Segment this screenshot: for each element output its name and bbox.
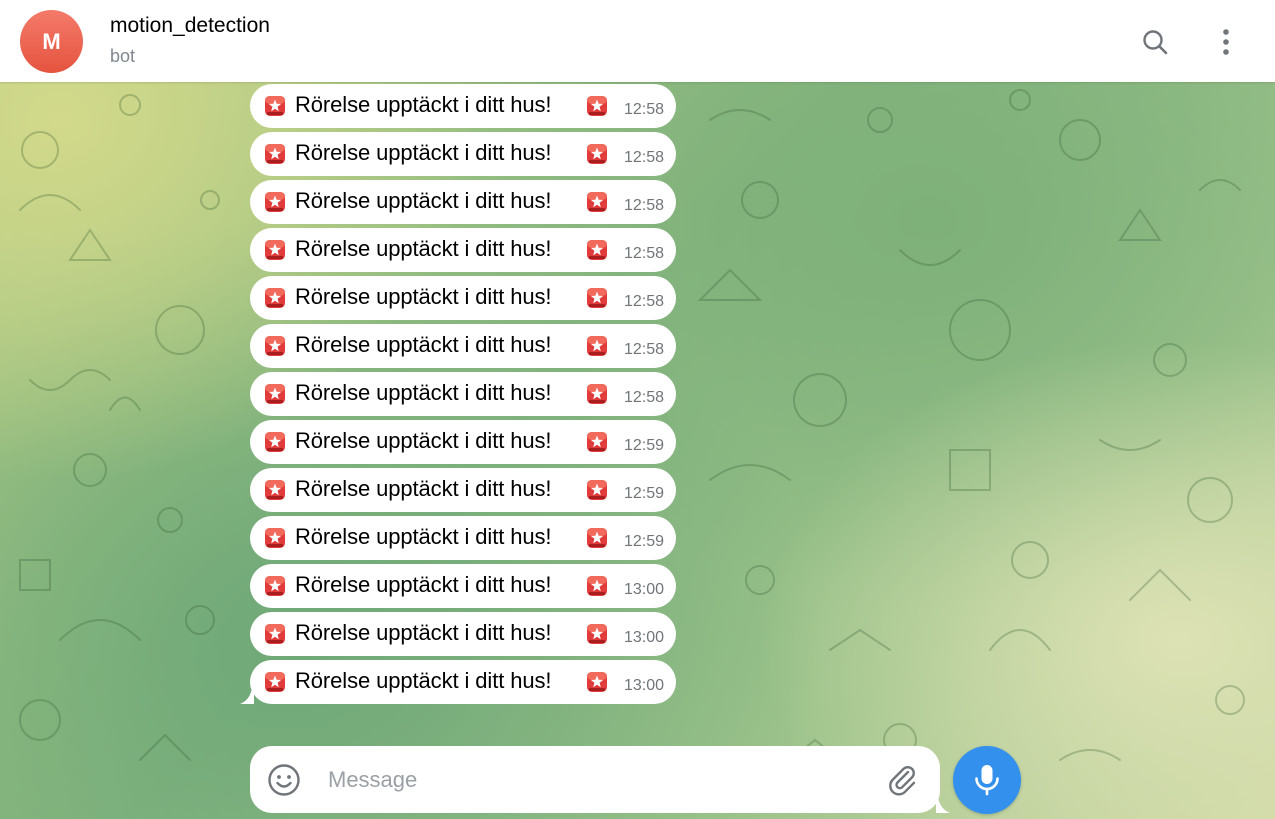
- message-text: Rörelse upptäckt i ditt hus!: [295, 620, 552, 645]
- rotating-light-emoji-icon: [586, 431, 608, 453]
- rotating-light-emoji-icon: [264, 575, 286, 597]
- message-bubble[interactable]: Rörelse upptäckt i ditt hus! 12:59: [250, 516, 676, 560]
- chat-subtitle: bot: [110, 46, 136, 66]
- message-text: Rörelse upptäckt i ditt hus!: [295, 332, 552, 357]
- attach-button[interactable]: [886, 762, 922, 798]
- more-vertical-icon: [1223, 29, 1229, 55]
- more-options-button[interactable]: [1206, 22, 1246, 62]
- emoji-button[interactable]: [266, 762, 302, 798]
- rotating-light-emoji-icon: [586, 95, 608, 117]
- message-time: 12:59: [623, 485, 664, 502]
- rotating-light-emoji-icon: [264, 95, 286, 117]
- message-time: 12:59: [623, 437, 664, 454]
- rotating-light-emoji-icon: [586, 239, 608, 261]
- message-composer: [250, 746, 950, 813]
- rotating-light-emoji-icon: [586, 383, 608, 405]
- search-icon: [1143, 30, 1168, 55]
- rotating-light-emoji-icon: [264, 527, 286, 549]
- chat-title[interactable]: motion_detection: [110, 14, 270, 38]
- message-text: Rörelse upptäckt i ditt hus!: [295, 476, 552, 501]
- composer-tail: [936, 797, 950, 813]
- message-bubble[interactable]: Rörelse upptäckt i ditt hus! 13:00: [250, 612, 676, 656]
- search-button[interactable]: [1135, 22, 1175, 62]
- rotating-light-emoji-icon: [264, 431, 286, 453]
- message-bubble[interactable]: Rörelse upptäckt i ditt hus! 12:58: [250, 228, 676, 272]
- message-bubble[interactable]: Rörelse upptäckt i ditt hus! 12:58: [250, 132, 676, 176]
- rotating-light-emoji-icon: [586, 479, 608, 501]
- message-time: 13:00: [623, 581, 664, 598]
- message-text: Rörelse upptäckt i ditt hus!: [295, 380, 552, 405]
- rotating-light-emoji-icon: [264, 143, 286, 165]
- message-text: Rörelse upptäckt i ditt hus!: [295, 668, 552, 693]
- rotating-light-emoji-icon: [264, 383, 286, 405]
- rotating-light-emoji-icon: [586, 527, 608, 549]
- rotating-light-emoji-icon: [586, 671, 608, 693]
- rotating-light-emoji-icon: [264, 191, 286, 213]
- rotating-light-emoji-icon: [264, 479, 286, 501]
- message-bubble[interactable]: Rörelse upptäckt i ditt hus! 12:58: [250, 84, 676, 128]
- message-bubble[interactable]: Rörelse upptäckt i ditt hus! 12:58: [250, 180, 676, 224]
- message-list[interactable]: Rörelse upptäckt i ditt hus!12:57Rörelse…: [240, 68, 680, 740]
- rotating-light-emoji-icon: [264, 287, 286, 309]
- rotating-light-emoji-icon: [264, 623, 286, 645]
- message-text: Rörelse upptäckt i ditt hus!: [295, 92, 552, 117]
- rotating-light-emoji-icon: [264, 335, 286, 357]
- message-time: 12:58: [623, 293, 664, 310]
- rotating-light-emoji-icon: [586, 623, 608, 645]
- rotating-light-emoji-icon: [264, 239, 286, 261]
- message-input[interactable]: [326, 762, 870, 798]
- rotating-light-emoji-icon: [264, 671, 286, 693]
- rotating-light-emoji-icon: [586, 191, 608, 213]
- paperclip-icon: [889, 766, 916, 796]
- rotating-light-emoji-icon: [586, 335, 608, 357]
- rotating-light-emoji-icon: [586, 287, 608, 309]
- rotating-light-emoji-icon: [586, 575, 608, 597]
- message-time: 12:58: [623, 341, 664, 358]
- chat-header: M motion_detection bot: [0, 0, 1275, 82]
- message-time: 13:00: [623, 677, 664, 694]
- message-text: Rörelse upptäckt i ditt hus!: [295, 188, 552, 213]
- message-time: 13:00: [623, 629, 664, 646]
- message-time: 12:58: [623, 149, 664, 166]
- message-text: Rörelse upptäckt i ditt hus!: [295, 428, 552, 453]
- message-time: 12:58: [623, 101, 664, 118]
- rotating-light-emoji-icon: [586, 143, 608, 165]
- message-bubble[interactable]: Rörelse upptäckt i ditt hus! 13:00: [240, 660, 676, 704]
- microphone-icon: [975, 765, 999, 796]
- message-bubble[interactable]: Rörelse upptäckt i ditt hus! 12:59: [250, 420, 676, 464]
- avatar[interactable]: M: [20, 10, 83, 73]
- message-bubble[interactable]: Rörelse upptäckt i ditt hus! 12:58: [250, 276, 676, 320]
- message-time: 12:58: [623, 245, 664, 262]
- message-bubble[interactable]: Rörelse upptäckt i ditt hus! 12:58: [250, 324, 676, 368]
- message-text: Rörelse upptäckt i ditt hus!: [295, 284, 552, 309]
- message-bubble[interactable]: Rörelse upptäckt i ditt hus! 12:58: [250, 372, 676, 416]
- bubble-tail: [240, 688, 254, 704]
- message-text: Rörelse upptäckt i ditt hus!: [295, 524, 552, 549]
- message-bubble[interactable]: Rörelse upptäckt i ditt hus! 12:59: [250, 468, 676, 512]
- message-time: 12:58: [623, 197, 664, 214]
- message-time: 12:58: [623, 389, 664, 406]
- message-text: Rörelse upptäckt i ditt hus!: [295, 236, 552, 261]
- message-time: 12:59: [623, 533, 664, 550]
- voice-record-button[interactable]: [953, 746, 1021, 814]
- message-text: Rörelse upptäckt i ditt hus!: [295, 572, 552, 597]
- message-bubble[interactable]: Rörelse upptäckt i ditt hus! 13:00: [250, 564, 676, 608]
- message-text: Rörelse upptäckt i ditt hus!: [295, 140, 552, 165]
- smiley-icon: [268, 764, 300, 796]
